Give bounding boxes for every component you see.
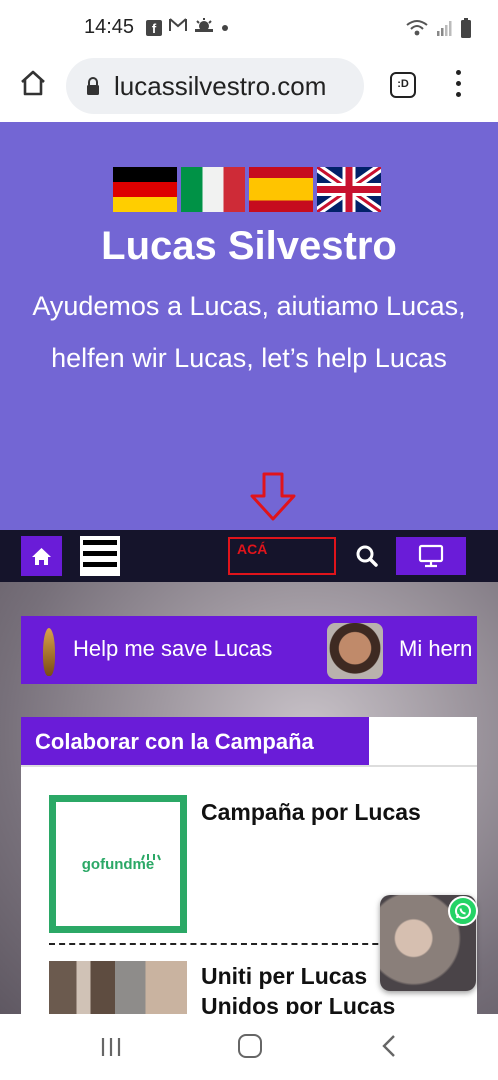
hamburger-menu-icon[interactable]	[80, 536, 120, 576]
spain-flag-icon[interactable]	[249, 167, 313, 212]
url-text[interactable]: lucassilvestro.com	[114, 71, 359, 102]
post-title-line[interactable]: Unidos por Lucas	[201, 991, 395, 1014]
wifi-icon	[406, 19, 428, 42]
clock: 14:45	[84, 16, 135, 38]
main-navbar: ACÁ	[0, 530, 498, 582]
feather-icon	[43, 628, 55, 676]
site-title[interactable]: Lucas Silvestro	[0, 224, 498, 269]
browser-toolbar: lucassilvestro.com :D	[0, 56, 498, 122]
nav-home-button[interactable]	[21, 536, 62, 576]
hero-banner: Lucas Silvestro Ayudemos a Lucas, aiutia…	[0, 122, 498, 530]
lock-icon	[86, 77, 100, 95]
widget-heading: Colaborar con la Campaña	[21, 717, 369, 765]
gmail-icon	[169, 18, 187, 37]
germany-flag-icon[interactable]	[113, 167, 177, 212]
facebook-icon: f	[146, 19, 162, 36]
back-icon[interactable]	[380, 1034, 398, 1058]
page-content: Help me save Lucas Mi hern Colaborar con…	[0, 582, 498, 1014]
uk-flag-icon[interactable]	[317, 167, 381, 212]
aca-label: ACÁ	[237, 541, 268, 557]
post-title-line[interactable]: Uniti per Lucas	[201, 961, 395, 991]
dot-icon	[221, 19, 229, 37]
battery-icon	[460, 18, 472, 43]
weather-icon	[194, 18, 214, 37]
post-thumbnail[interactable]	[49, 961, 187, 1014]
language-flags	[113, 167, 381, 212]
news-ticker[interactable]: Help me save Lucas Mi hern	[21, 616, 477, 684]
recent-apps-icon[interactable]	[100, 1036, 122, 1058]
more-options-icon[interactable]	[454, 70, 462, 100]
search-icon[interactable]	[355, 544, 379, 568]
system-navigation-bar	[0, 1014, 498, 1080]
whatsapp-icon[interactable]	[448, 896, 478, 926]
divider	[21, 765, 477, 767]
system-home-icon[interactable]	[238, 1034, 262, 1058]
tab-switcher-button[interactable]: :D	[390, 72, 416, 98]
arrow-down-icon	[250, 472, 296, 522]
address-bar[interactable]: lucassilvestro.com	[66, 58, 364, 114]
monitor-button[interactable]	[396, 537, 466, 575]
aca-highlight-box: ACÁ	[228, 537, 336, 575]
post-title-link[interactable]: Uniti per Lucas Unidos por Lucas	[201, 961, 395, 1014]
italy-flag-icon[interactable]	[181, 167, 245, 212]
ticker-avatar	[327, 623, 383, 679]
gofundme-thumbnail[interactable]: gofundme	[49, 795, 187, 933]
ticker-item[interactable]: Help me save Lucas	[73, 636, 272, 662]
gofundme-crown-icon	[140, 848, 162, 861]
gofundme-logo: gofundme	[81, 856, 155, 873]
status-bar: 14:45 f	[0, 0, 498, 56]
site-tagline: Ayudemos a Lucas, aiutiamo Lucas, helfen…	[32, 291, 466, 373]
signal-icon	[436, 20, 452, 41]
home-icon[interactable]	[18, 68, 48, 98]
post-title-link[interactable]: Campaña por Lucas	[201, 799, 421, 826]
ticker-item[interactable]: Mi hern	[399, 636, 472, 662]
